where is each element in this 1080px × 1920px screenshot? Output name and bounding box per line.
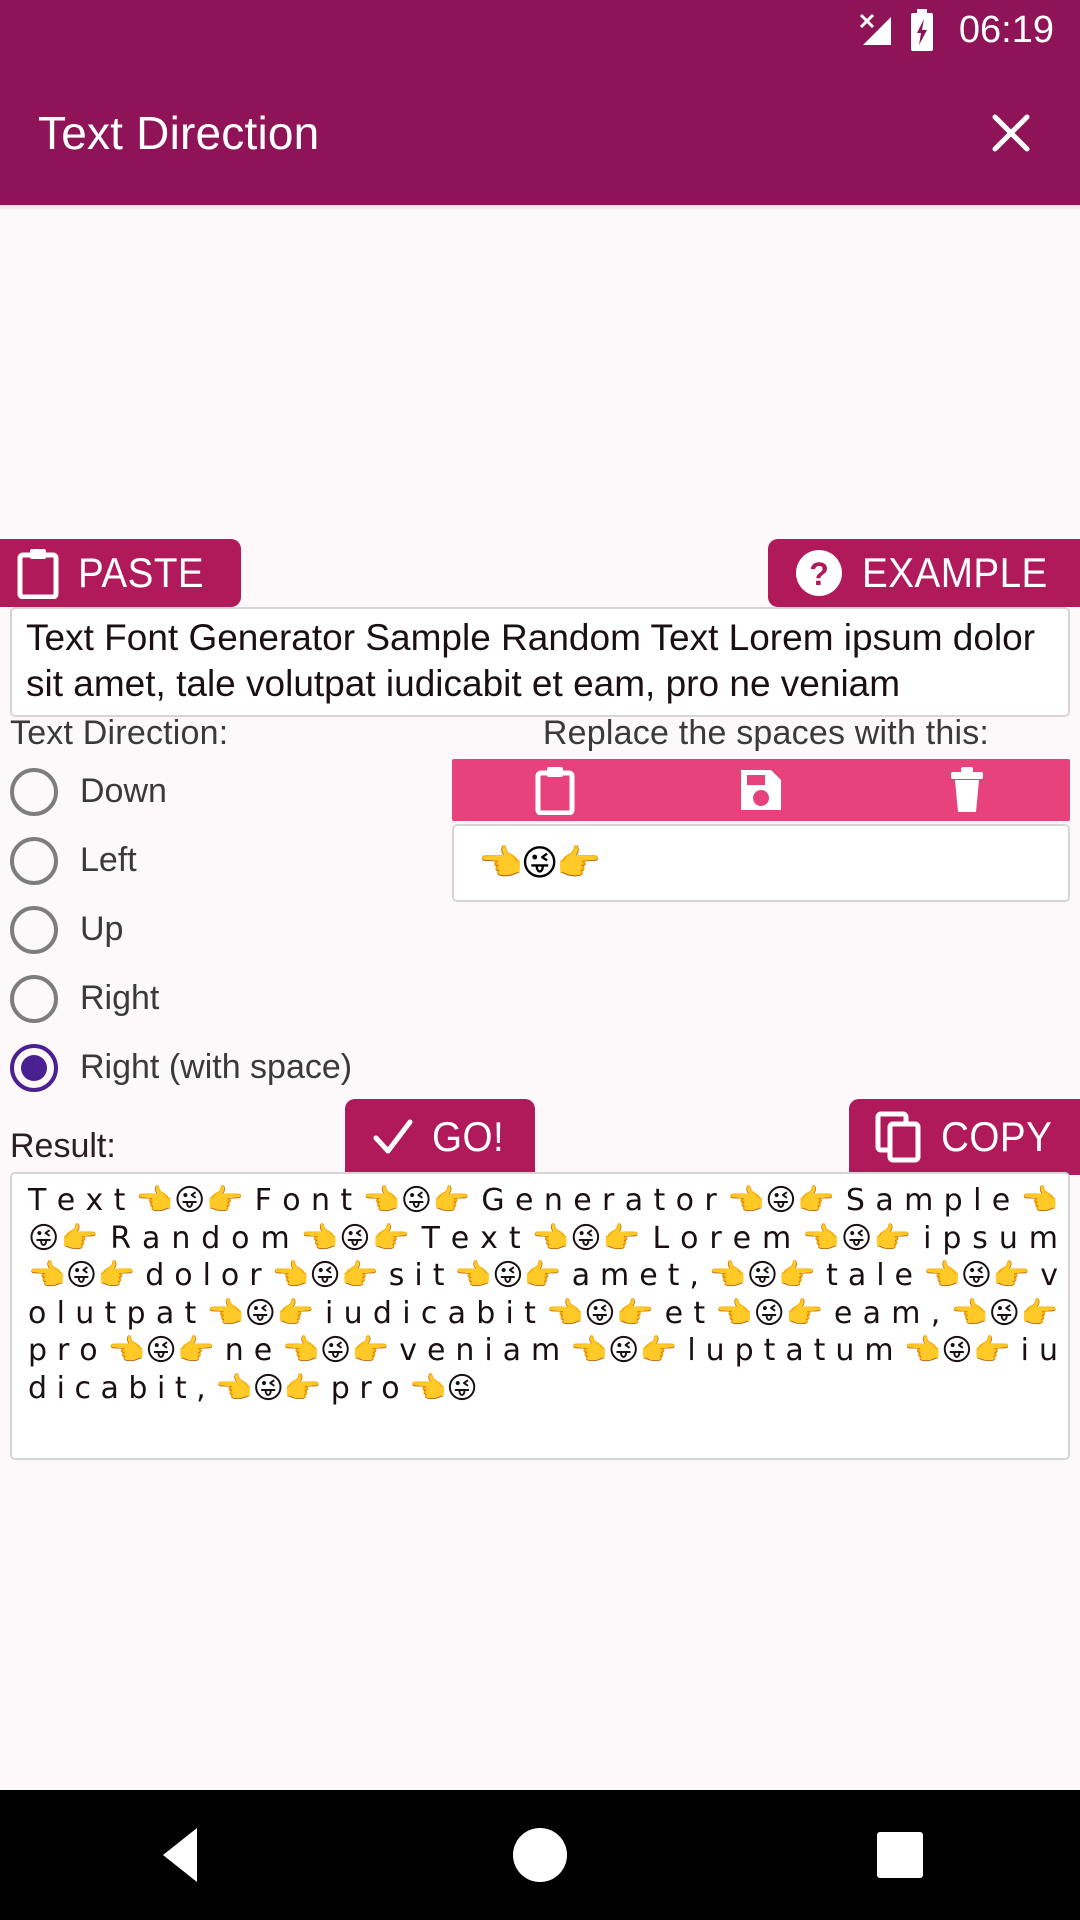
close-icon [992,114,1030,151]
content-area: PASTE ? EXAMPLE Text Font Generator Samp… [0,209,1080,1920]
nav-back-button[interactable] [105,1790,255,1920]
app-root: 06:19 Text Direction PASTE ? EXAMPLE Tex… [0,0,1080,1920]
radio-label-right-with-space: Right (with space) [80,1048,353,1086]
close-button[interactable] [976,98,1046,168]
paste-button[interactable]: PASTE [0,539,242,607]
separator-input[interactable]: 👈😜👉 [452,824,1070,902]
recents-square-icon [877,1832,923,1878]
radio-circle-selected-icon [10,1043,58,1092]
copy-button[interactable]: COPY [848,1099,1080,1175]
result-label: Result: [10,1127,116,1165]
top-action-row: PASTE ? EXAMPLE [0,539,1080,607]
nav-home-button[interactable] [465,1790,615,1920]
radio-circle-icon [10,767,58,816]
radio-circle-icon [10,836,58,885]
example-button-label: EXAMPLE [862,549,1048,596]
radio-option-right[interactable]: Right [10,964,440,1033]
go-button-label: GO! [431,1113,504,1160]
home-circle-icon [513,1828,567,1882]
back-triangle-icon [163,1828,197,1882]
result-output[interactable]: T e x t 👈😜👉 F o n t 👈😜👉 G e n e r a t o … [10,1172,1070,1460]
page-title: Text Direction [38,106,320,159]
paste-button-label: PASTE [78,549,205,596]
radio-label-down: Down [80,772,167,810]
source-text-input[interactable]: Text Font Generator Sample Random Text L… [10,607,1070,717]
radio-circle-icon [10,974,58,1023]
replace-spaces-label: Replace the spaces with this: [542,714,990,752]
floppy-disk-icon [741,770,781,810]
radio-label-right: Right [80,979,160,1017]
trash-icon [951,767,983,812]
replace-separator-panel: 👈😜👉 [452,759,1070,902]
go-button[interactable]: GO! [345,1099,535,1175]
radio-option-down[interactable]: Down [10,757,440,826]
save-separator-button[interactable] [716,759,806,821]
radio-circle-icon [10,905,58,954]
battery-charging-icon [910,9,933,51]
radio-option-right-with-space[interactable]: Right (with space) [10,1033,440,1102]
copy-button-label: COPY [940,1113,1053,1160]
example-button[interactable]: ? EXAMPLE [768,539,1080,607]
svg-text:?: ? [809,556,829,592]
app-bar: Text Direction [0,60,1080,205]
radio-label-up: Up [80,910,124,948]
paste-separator-button[interactable] [510,759,600,821]
radio-option-left[interactable]: Left [10,826,440,895]
help-circle-icon: ? [796,550,843,596]
replace-toolbar [452,759,1070,821]
clipboard-icon [535,767,575,815]
nav-recents-button[interactable] [825,1790,975,1920]
text-direction-radio-group: Down Left Up Right Right (with space) [10,757,440,1102]
delete-separator-button[interactable] [922,759,1012,821]
radio-label-left: Left [80,841,137,879]
radio-option-up[interactable]: Up [10,895,440,964]
system-navigation-bar [0,1790,1080,1920]
signal-no-service-icon [859,13,891,45]
status-bar: 06:19 [0,0,1080,60]
status-clock: 06:19 [958,8,1054,51]
copy-icon [875,1111,921,1163]
text-direction-label: Text Direction: [10,714,229,752]
clipboard-icon [17,549,59,599]
check-icon [373,1119,413,1154]
status-icons: 06:19 [855,9,1054,52]
